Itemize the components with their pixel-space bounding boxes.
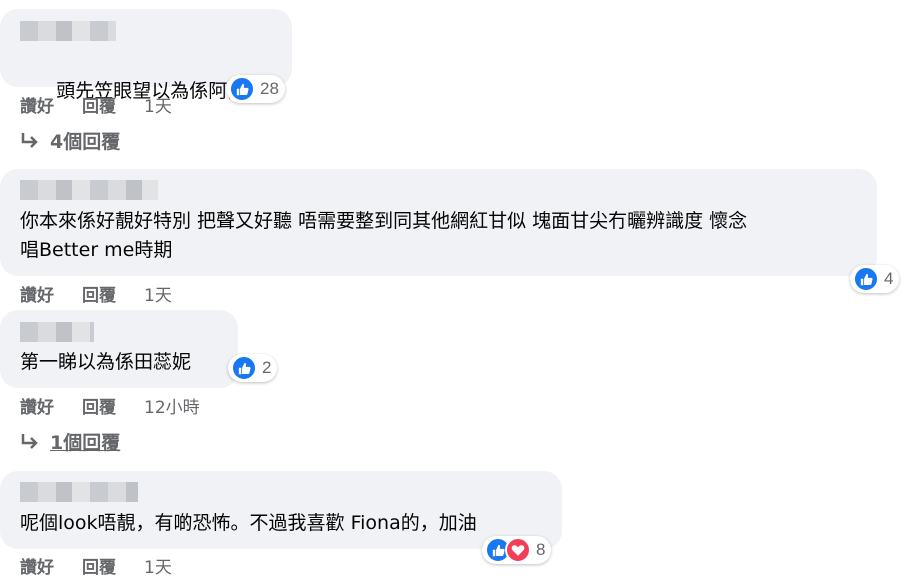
view-replies-link[interactable]: 1個回覆 <box>20 428 120 455</box>
reply-arrow-icon <box>21 132 38 148</box>
reply-button[interactable]: 回覆 <box>82 281 116 306</box>
like-reaction-icon <box>229 76 255 102</box>
commenter-name-blurred[interactable] <box>20 180 158 200</box>
reaction-count: 28 <box>260 79 279 98</box>
like-button[interactable]: 讚好 <box>20 553 54 578</box>
reaction-count: 8 <box>536 540 546 559</box>
reaction-count: 2 <box>262 358 272 377</box>
comment-timestamp[interactable]: 1天 <box>144 553 172 578</box>
like-button[interactable]: 讚好 <box>20 281 54 306</box>
view-replies-link[interactable]: 4個回覆 <box>20 127 120 154</box>
reply-button[interactable]: 回覆 <box>82 553 116 578</box>
reply-button[interactable]: 回覆 <box>82 92 116 117</box>
like-reaction-icon <box>853 266 879 292</box>
commenter-name-blurred[interactable] <box>20 322 94 342</box>
commenter-name-blurred[interactable] <box>20 482 138 502</box>
comment-timestamp[interactable]: 12小時 <box>144 393 200 418</box>
reaction-count: 4 <box>884 269 894 288</box>
reaction-summary[interactable]: 28 <box>226 75 285 103</box>
comment-text: 呢個look唔靚，有啲恐怖。不過我喜歡 Fiona的，加油 <box>20 512 477 534</box>
reaction-summary[interactable]: 2 <box>228 354 278 382</box>
like-button[interactable]: 讚好 <box>20 393 54 418</box>
commenter-name-blurred[interactable] <box>20 21 116 41</box>
like-button[interactable]: 讚好 <box>20 92 54 117</box>
comment-bubble: 第一睇以為係田蕊妮 <box>0 310 238 388</box>
comment-text: 你本來係好靚好特別 把聲又好聽 唔需要整到同其他網紅甘似 塊面甘尖冇曬辨識度 懷… <box>20 210 748 261</box>
reaction-summary[interactable]: 8 <box>482 536 552 564</box>
comment-text: 第一睇以為係田蕊妮 <box>20 351 192 373</box>
comment-timestamp[interactable]: 1天 <box>144 92 172 117</box>
comment-bubble: 你本來係好靚好特別 把聲又好聽 唔需要整到同其他網紅甘似 塊面甘尖冇曬辨識度 懷… <box>0 169 877 276</box>
comment-bubble: 呢個look唔靚，有啲恐怖。不過我喜歡 Fiona的，加油 <box>0 471 562 549</box>
like-reaction-icon <box>231 355 257 381</box>
comment-timestamp[interactable]: 1天 <box>144 281 172 306</box>
heart-reaction-icon <box>505 537 531 563</box>
reaction-summary[interactable]: 4 <box>850 265 900 293</box>
reply-button[interactable]: 回覆 <box>82 393 116 418</box>
reply-arrow-icon <box>21 433 38 449</box>
